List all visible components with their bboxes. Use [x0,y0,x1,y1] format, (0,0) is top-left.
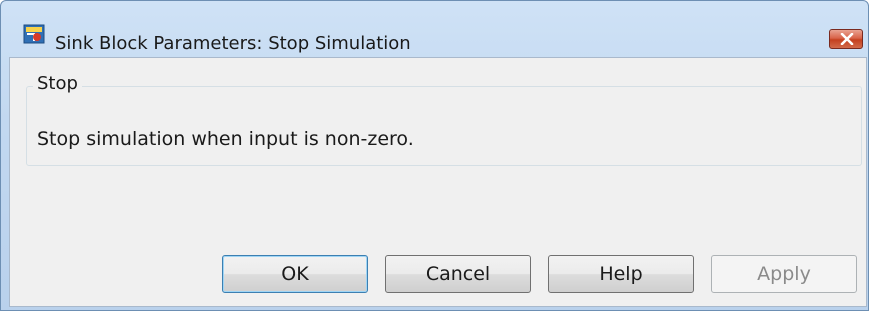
close-button[interactable] [829,29,863,49]
window-title: Sink Block Parameters: Stop Simulation [55,33,411,54]
dialog-window: Sink Block Parameters: Stop Simulation S… [0,0,869,311]
dialog-content: Stop Stop simulation when input is non-z… [9,57,867,307]
title-bar[interactable]: Sink Block Parameters: Stop Simulation [1,1,868,54]
help-button[interactable]: Help [548,255,694,293]
simulink-block-icon [23,23,45,45]
ok-button[interactable]: OK [222,255,368,293]
stop-groupbox [26,86,862,166]
cancel-button[interactable]: Cancel [385,255,531,293]
close-icon [840,33,854,45]
apply-button[interactable]: Apply [711,255,857,293]
block-description: Stop simulation when input is non-zero. [37,128,414,150]
group-title: Stop [33,73,82,94]
